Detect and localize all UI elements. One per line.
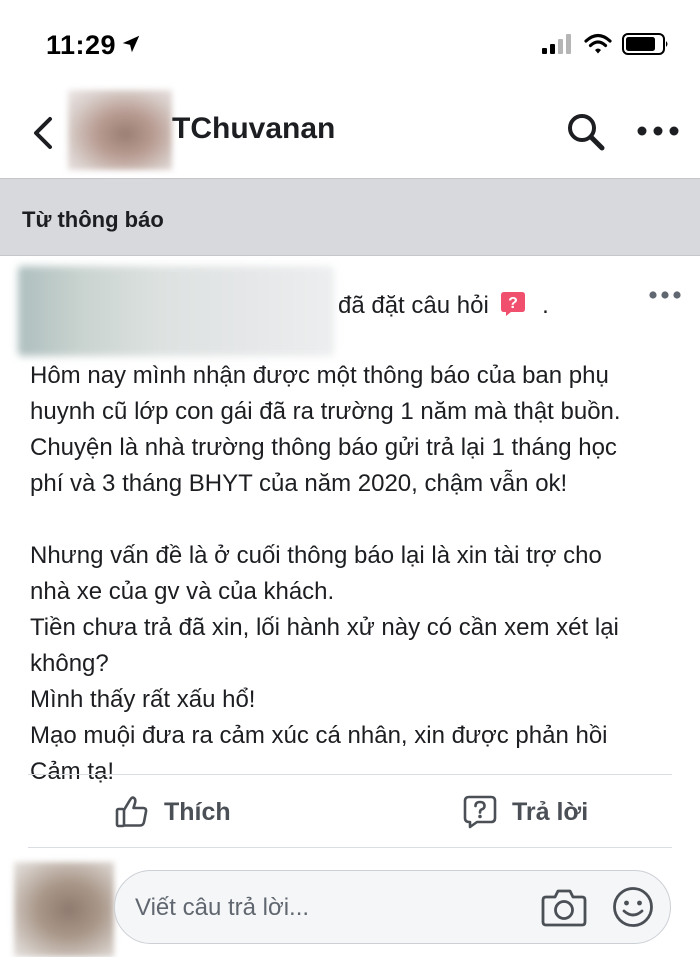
divider [28, 774, 672, 775]
section-header: Từ thông báo [0, 178, 700, 256]
post-action-text: đã đặt câu hỏi [338, 292, 489, 319]
user-avatar [14, 862, 114, 957]
question-bubble-icon [463, 795, 497, 829]
reply-input[interactable] [135, 891, 515, 925]
battery-icon [622, 33, 668, 55]
page-header: TChuvanan [0, 88, 700, 178]
search-icon[interactable] [566, 112, 606, 152]
post-body-line: Nhưng vấn đề là ở cuối thông báo lại là … [30, 542, 602, 569]
post-body-line: phí và 3 tháng BHYT của năm 2020, chậm v… [30, 470, 568, 497]
more-horizontal-icon[interactable] [636, 122, 680, 140]
smiley-icon[interactable] [611, 885, 655, 929]
post-body-line: nhà xe của gv và của khách. [30, 578, 335, 605]
like-label: Thích [164, 797, 231, 826]
reply-button[interactable]: Trả lời [462, 790, 588, 834]
divider [28, 847, 672, 848]
post-action-line: đã đặt câu hỏi ? . [338, 290, 549, 320]
page-title[interactable]: TChuvanan [172, 112, 335, 146]
chevron-left-icon[interactable] [30, 116, 56, 150]
post-body-line: Chuyện là nhà trường thông báo gửi trả l… [30, 434, 617, 461]
question-badge-icon: ? [501, 292, 526, 316]
wifi-icon [584, 33, 612, 54]
camera-icon[interactable] [541, 885, 587, 929]
post-more-icon[interactable] [648, 288, 682, 302]
post-body-line: không? [30, 650, 109, 677]
post-body-line: Mình thấy rất xấu hổ! [30, 686, 256, 713]
post-body-line: huynh cũ lớp con gái đã ra trường 1 năm … [30, 398, 621, 425]
post-body-line: Mạo muội đưa ra cảm xúc cá nhân, xin đượ… [30, 722, 608, 749]
reply-label: Trả lời [512, 797, 589, 826]
post-body: Hôm nay mình nhận được một thông báo của… [30, 358, 690, 790]
post-body-line: Hôm nay mình nhận được một thông báo của… [30, 362, 609, 389]
status-bar: 11:29 [0, 0, 700, 88]
location-arrow-icon [122, 35, 140, 53]
reply-composer[interactable] [114, 870, 671, 944]
post-action-suffix: . [542, 292, 549, 319]
like-button[interactable]: Thích [114, 790, 231, 834]
post-body-line: Tiền chưa trả đã xin, lối hành xử này có… [30, 614, 619, 641]
page-avatar[interactable] [68, 90, 172, 170]
thumbs-up-icon [115, 796, 148, 828]
svg-text:?: ? [509, 295, 519, 312]
post-author-blurred[interactable] [18, 266, 334, 356]
section-label: Từ thông báo [22, 207, 164, 232]
cellular-signal-icon [542, 34, 571, 54]
status-time: 11:29 [46, 30, 117, 60]
post-body-line: Cảm tạ! [30, 758, 115, 785]
